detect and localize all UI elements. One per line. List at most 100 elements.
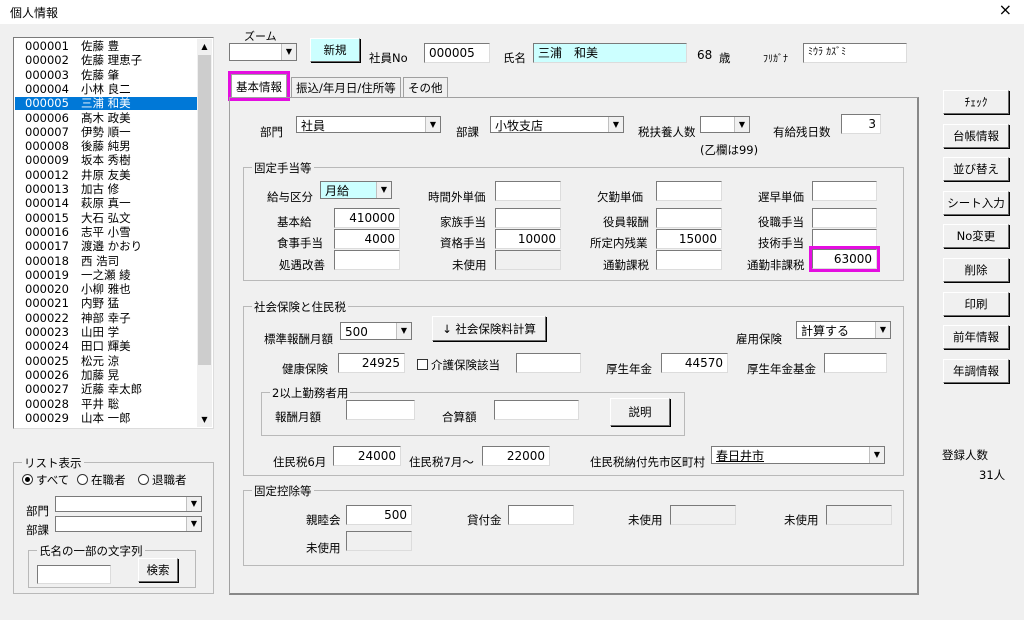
late-field[interactable] — [812, 181, 877, 201]
delete-button[interactable]: 削除 — [943, 258, 1009, 282]
tab-basic-info[interactable]: 基本情報 — [228, 71, 290, 101]
prev-year-button[interactable]: 前年情報 — [943, 325, 1009, 350]
name-search-input[interactable] — [37, 565, 111, 584]
employee-name: 小柳 雅也 — [81, 282, 131, 297]
kana-field[interactable]: ﾐｳﾗ ｶｽﾞﾐ — [803, 43, 907, 63]
list-item[interactable]: 000021 内野 猛 — [15, 297, 198, 310]
radio-retired[interactable]: 退職者 — [138, 472, 187, 488]
print-button[interactable]: 印刷 — [943, 291, 1009, 316]
list-item[interactable]: 000027 近藤 幸太郎 — [15, 383, 198, 396]
close-icon[interactable]: × — [999, 1, 1012, 19]
list-scrollbar[interactable]: ▲ ▼ — [197, 39, 212, 427]
scheduled-ot-field[interactable]: 15000 — [656, 229, 722, 249]
ledger-button[interactable]: 台帳情報 — [943, 123, 1009, 148]
tab-transfer-date-address[interactable]: 振込/年月日/住所等 — [291, 77, 401, 97]
list-item[interactable]: 000009 坂本 秀樹 — [15, 154, 198, 167]
res-jun-field[interactable]: 24000 — [333, 446, 401, 466]
radio-all[interactable]: すべて — [22, 472, 69, 488]
overtime-field[interactable] — [495, 181, 561, 201]
base-field[interactable]: 410000 — [334, 208, 400, 228]
paid-leave-field[interactable]: 3 — [841, 114, 881, 134]
list-item[interactable]: 000012 井原 友美 — [15, 168, 198, 182]
list-item[interactable]: 000017 渡邉 かおり — [15, 240, 198, 253]
new-button[interactable]: 新規 — [310, 38, 360, 62]
sheet-input-button[interactable]: シート入力 — [943, 190, 1009, 215]
filter-dept-select[interactable]: ▼ — [55, 496, 202, 512]
list-item[interactable]: 000006 髙木 政美 — [15, 111, 198, 125]
age-field: 68 — [692, 45, 716, 63]
commute-tax-field[interactable] — [656, 250, 722, 270]
treatment-field[interactable] — [334, 250, 400, 270]
employee-code: 000024 — [25, 339, 69, 354]
filter-section-select[interactable]: ▼ — [55, 516, 202, 532]
dual-monthly-field[interactable] — [346, 400, 415, 420]
res-city-select[interactable]: 春日井市 ▼ — [711, 446, 885, 464]
employee-code: 000013 — [25, 182, 69, 196]
social-club-field[interactable]: 500 — [346, 505, 412, 525]
absence-field[interactable] — [656, 181, 722, 201]
position-field[interactable] — [812, 208, 877, 228]
calc-social-button[interactable]: ↓ 社会保険料計算 — [432, 316, 546, 341]
care-field[interactable] — [516, 353, 581, 373]
pay-type-select[interactable]: 月給 ▼ — [320, 181, 392, 199]
list-item[interactable]: 000005 三浦 和美 — [15, 97, 198, 111]
list-item[interactable]: 000029 山本 一郎 — [15, 411, 198, 425]
list-item[interactable]: 000019 一之瀬 綾 — [15, 268, 198, 282]
list-item[interactable]: 000024 田口 輝美 — [15, 340, 198, 353]
dual-total-field[interactable] — [494, 400, 579, 420]
employee-code: 000020 — [25, 282, 69, 297]
explain-button[interactable]: 説明 — [610, 398, 670, 426]
list-item[interactable]: 000001 佐藤 豊 — [15, 40, 198, 53]
list-item[interactable]: 000015 大石 弘文 — [15, 211, 198, 225]
employee-list[interactable]: 000001 佐藤 豊 000002 佐藤 理恵子 000003 佐藤 肇 000004 小林… — [13, 37, 214, 429]
qualification-field[interactable]: 10000 — [495, 229, 561, 249]
list-item[interactable]: 000003 佐藤 肇 — [15, 68, 198, 82]
employee-code: 000025 — [25, 353, 69, 368]
scroll-up-icon[interactable]: ▲ — [197, 39, 212, 54]
year-end-button[interactable]: 年調情報 — [943, 358, 1009, 383]
pension-fund-field[interactable] — [824, 353, 887, 373]
list-item[interactable]: 000002 佐藤 理恵子 — [15, 54, 198, 67]
tech-field[interactable] — [812, 229, 877, 249]
list-item[interactable]: 000020 小柳 雅也 — [15, 283, 198, 296]
care-checkbox[interactable]: 介護保険該当 — [417, 357, 500, 373]
loan-field[interactable] — [508, 505, 574, 525]
check-button[interactable]: ﾁｪｯｸ — [943, 90, 1009, 114]
employee-name: 佐藤 理恵子 — [81, 53, 143, 68]
section-select[interactable]: 小牧支店 ▼ — [490, 116, 624, 133]
list-item[interactable]: 000026 加藤 晃 — [15, 368, 198, 382]
dependents-select[interactable]: ▼ — [700, 116, 750, 133]
res-jul-field[interactable]: 22000 — [482, 446, 550, 466]
list-item[interactable]: 000025 松元 涼 — [15, 353, 198, 368]
list-item[interactable]: 000022 神部 幸子 — [15, 311, 198, 325]
list-item[interactable]: 000013 加古 修 — [15, 183, 198, 196]
meal-field[interactable]: 4000 — [334, 229, 400, 249]
officer-field[interactable] — [656, 208, 722, 228]
list-item[interactable]: 000008 後藤 純男 — [15, 140, 198, 153]
commute-nontax-field[interactable]: 63000 — [809, 246, 880, 272]
name-field[interactable]: 三浦 和美 — [533, 43, 687, 63]
scroll-thumb[interactable] — [198, 55, 211, 365]
list-item[interactable]: 000007 伊勢 順一 — [15, 125, 198, 139]
list-item[interactable]: 000016 志平 小雪 — [15, 225, 198, 239]
list-item[interactable]: 000014 萩原 真一 — [15, 197, 198, 210]
radio-employed[interactable]: 在職者 — [77, 472, 126, 488]
list-item[interactable]: 000004 小林 良二 — [15, 82, 198, 96]
tab-other[interactable]: その他 — [403, 77, 448, 97]
pension-field[interactable]: 44570 — [661, 353, 728, 373]
list-item[interactable]: 000023 山田 学 — [15, 326, 198, 339]
zoom-select[interactable]: ▼ — [229, 43, 297, 61]
health-field[interactable]: 24925 — [338, 353, 405, 373]
search-button[interactable]: 検索 — [138, 558, 178, 582]
no-change-button[interactable]: No変更 — [943, 224, 1009, 249]
radio-all-icon — [22, 474, 33, 485]
family-field[interactable] — [495, 208, 561, 228]
emp-no-field[interactable]: 000005 — [424, 43, 490, 63]
dept-select[interactable]: 社員 ▼ — [296, 116, 441, 133]
std-select[interactable]: 500 ▼ — [340, 322, 412, 340]
sort-button[interactable]: 並び替え — [943, 157, 1009, 182]
employment-select[interactable]: 計算する ▼ — [796, 321, 891, 339]
list-item[interactable]: 000028 平井 聡 — [15, 397, 198, 411]
scroll-down-icon[interactable]: ▼ — [197, 412, 212, 427]
list-item[interactable]: 000018 西 浩司 — [15, 254, 198, 268]
